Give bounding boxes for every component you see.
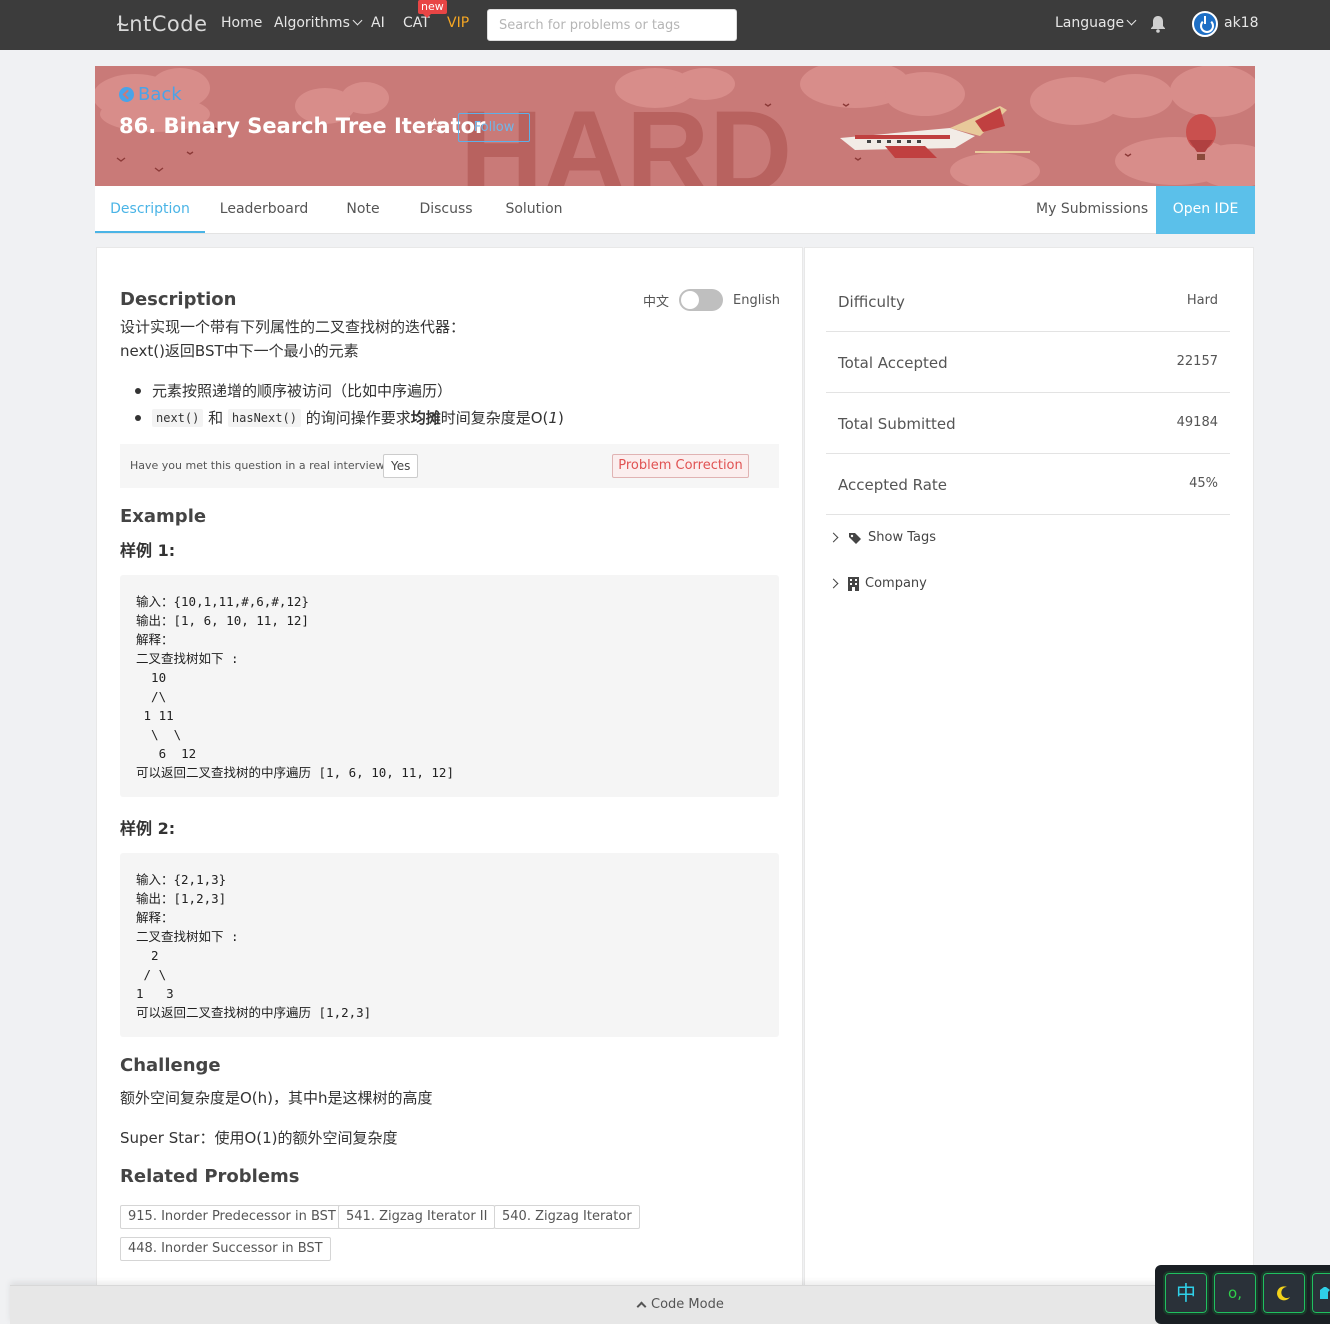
bell-icon[interactable] [1148,14,1168,34]
tab-note[interactable]: Note [335,186,391,233]
bullet2-bold: 均摊 [410,409,441,427]
code-mode-bar[interactable]: Code Mode [10,1285,1330,1324]
chevron-down-icon [352,15,363,26]
username[interactable]: ak18 [1224,15,1259,31]
ime-punctuation-key[interactable]: o, [1212,1271,1258,1315]
nav-language[interactable]: Language [1055,15,1137,31]
bullet2-italic: 1 [548,408,558,427]
bullet-item-2: next() 和 hasNext() 的询问操作要求 均摊 时间复杂度是O(1) [135,407,564,428]
bullet2-post: 时间复杂度是O( [440,409,549,427]
accepted-rate-value: 45% [1189,476,1218,491]
related-problem-tag[interactable]: 448. Inorder Successor in BST [120,1237,331,1261]
yes-button[interactable]: Yes [383,454,419,478]
back-button[interactable]: Back [119,84,182,105]
example-1-code: 输入：{10,1,11,#,6,#,12} 输出：[1, 6, 10, 11, … [120,575,779,797]
nav-home[interactable]: Home [221,15,262,31]
tab-leaderboard[interactable]: Leaderboard [215,186,313,233]
nav-ai[interactable]: AI [371,15,385,31]
interview-question: Have you met this question in a real int… [130,459,391,472]
example-1-label: 样例 1: [120,541,176,560]
building-icon [848,576,859,591]
ime-chinese-key[interactable]: 中 [1163,1271,1209,1315]
bullet2-and: 和 [203,409,228,427]
total-accepted-value: 22157 [1176,354,1218,369]
chevron-right-icon [828,578,839,589]
bullet-text-1: 元素按照递增的顺序被访问（比如中序遍历） [152,382,453,400]
chevron-down-icon [1126,15,1137,26]
my-submissions-link[interactable]: My Submissions [1036,186,1148,233]
ime-toolbar: 中 o, [1155,1265,1330,1324]
top-navbar: L̴ntCode Home Algorithms AI CAT new VIP … [0,0,1330,50]
total-accepted-label: Total Accepted [838,354,948,372]
lintcode-logo[interactable]: L̴ntCode [117,12,208,36]
search-input[interactable] [487,9,737,41]
nav-vip[interactable]: VIP [447,15,469,31]
problem-tabs: Description Leaderboard Note Discuss Sol… [95,186,1255,234]
lang-zh-label: 中文 [643,294,670,310]
open-ide-button[interactable]: Open IDE [1156,186,1255,234]
accepted-rate-label: Accepted Rate [838,476,948,494]
ime-moon-key[interactable] [1261,1271,1307,1315]
related-problem-tag[interactable]: 540. Zigzag Iterator [494,1205,640,1229]
avatar[interactable] [1192,11,1218,37]
related-problem-tag[interactable]: 541. Zigzag Iterator II [338,1205,496,1229]
show-tags-label: Show Tags [868,530,936,545]
tags-icon [849,532,861,544]
bullet2-pre: 的询问操作要求 [300,409,411,427]
chevron-up-icon [636,1301,647,1312]
challenge-heading: Challenge [120,1055,221,1076]
company-toggle[interactable]: Company [828,576,927,591]
nav-algorithms-label: Algorithms [274,15,350,31]
nav-algorithms[interactable]: Algorithms [274,15,363,31]
difficulty-label: Difficulty [838,293,905,311]
bullet2-end: ) [557,408,564,427]
total-submitted-value: 49184 [1176,415,1218,430]
tab-description[interactable]: Description [95,186,205,233]
moon-icon [1277,1286,1290,1301]
stat-total-submitted: Total Submitted 49184 [826,393,1230,454]
back-label: Back [138,84,182,105]
example-2-code: 输入：{2,1,3} 输出：[1,2,3] 解释： 二叉查找树如下 : 2 / … [120,853,779,1037]
related-problems-heading: Related Problems [120,1166,300,1187]
nav-language-label: Language [1055,15,1125,31]
stat-accepted-rate: Accepted Rate 45% [826,454,1230,515]
shirt-icon [1320,1287,1330,1299]
challenge-line-1: 额外空间复杂度是O(h)，其中h是这棵树的高度 [120,1089,433,1107]
difficulty-value: Hard [1186,293,1218,308]
description-line-1: 设计实现一个带有下列属性的二叉查找树的迭代器： [120,318,466,336]
example-2-label: 样例 2: [120,819,176,838]
language-toggle[interactable] [679,289,724,311]
back-arrow-icon [119,87,134,102]
code-hasnext: hasNext() [227,408,301,427]
interview-question-box: Have you met this question in a real int… [120,444,779,488]
related-problem-tag[interactable]: 915. Inorder Predecessor in BST [120,1205,344,1229]
tab-solution[interactable]: Solution [499,186,569,233]
description-line-2: next()返回BST中下一个最小的元素 [120,342,359,360]
stat-total-accepted: Total Accepted 22157 [826,332,1230,393]
follow-button[interactable]: Follow [458,113,530,142]
problem-correction-button[interactable]: Problem Correction [612,454,749,478]
problem-hero-banner: HARD Back 86. Binary Search Tree Iterato… [95,66,1255,186]
tab-discuss[interactable]: Discuss [413,186,479,233]
show-tags-toggle[interactable]: Show Tags [828,530,936,545]
new-badge: new [418,0,447,18]
example-heading: Example [120,506,207,527]
total-submitted-label: Total Submitted [838,415,956,433]
star-icon[interactable]: ☆ [425,114,444,138]
lang-en-label: English [733,292,780,308]
code-mode-toggle[interactable]: Code Mode [636,1297,724,1312]
code-mode-label: Code Mode [651,1297,724,1312]
chevron-right-icon [828,532,839,543]
company-label: Company [865,576,927,591]
stat-difficulty: Difficulty Hard [826,271,1230,332]
description-heading: Description [120,289,237,310]
challenge-line-2: Super Star：使用O(1)的额外空间复杂度 [120,1129,398,1147]
ime-skin-key[interactable] [1310,1271,1330,1315]
language-switch: 中文 English [643,289,780,311]
code-next: next() [152,408,204,427]
bullet-item-1: 元素按照递增的顺序被访问（比如中序遍历） [135,380,452,401]
